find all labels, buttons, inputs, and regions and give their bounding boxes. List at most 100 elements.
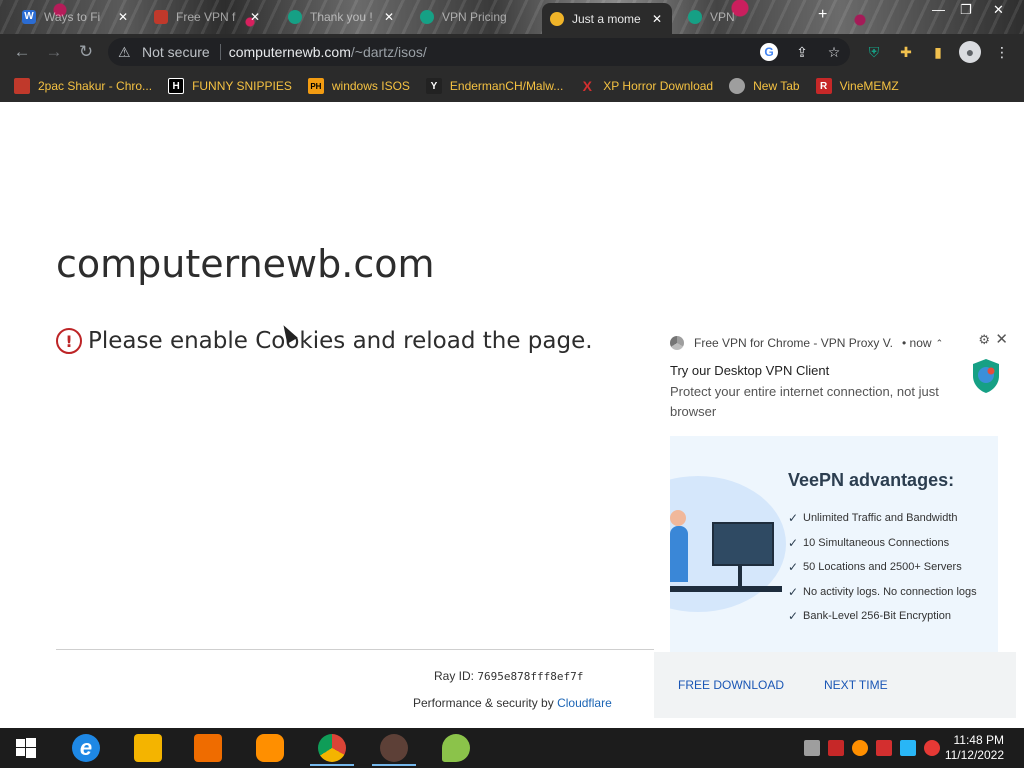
tab-2[interactable]: Free VPN f ✕: [146, 3, 270, 31]
taskbar: e 11:48 PM 11/12/2022: [0, 728, 1024, 768]
illustration-stand: [738, 564, 742, 586]
tab-title: VPN Pricing: [442, 10, 507, 24]
tray-record-icon[interactable]: [924, 740, 940, 756]
taskbar-app-active[interactable]: [306, 730, 358, 766]
performance-note: Performance & security by Cloudflare: [413, 696, 612, 710]
tab-title: Just a mome: [572, 11, 641, 26]
perf-text: Performance & security by: [413, 696, 554, 710]
restore-icon[interactable]: ❐: [960, 2, 972, 18]
close-icon[interactable]: ✕: [382, 10, 396, 24]
bookmark-item[interactable]: X XP Horror Download: [579, 78, 714, 94]
tray-shield-icon[interactable]: [828, 740, 844, 756]
security-status[interactable]: Not secure: [142, 44, 210, 60]
tray-display-icon[interactable]: [900, 740, 916, 756]
taskbar-app[interactable]: [430, 730, 482, 766]
advantage-item: ✓ Unlimited Traffic and Bandwidth: [788, 506, 977, 531]
taskbar-app[interactable]: e: [60, 730, 112, 766]
advantage-text: 10 Simultaneous Connections: [803, 536, 950, 549]
bookmark-item[interactable]: H FUNNY SNIPPIES: [168, 78, 292, 94]
profile-avatar-icon[interactable]: ●: [959, 41, 981, 63]
advantage-item: ✓ 10 Simultaneous Connections: [788, 531, 977, 556]
menu-icon[interactable]: ⋮: [992, 42, 1012, 62]
paint-icon: [442, 734, 470, 762]
tray-search-icon[interactable]: [852, 740, 868, 756]
divider: [219, 44, 221, 60]
bookmark-item[interactable]: 2pac Shakur - Chro...: [14, 78, 152, 94]
file-explorer-icon: [134, 734, 162, 762]
bookmark-item[interactable]: PH windows ISOS: [307, 78, 410, 94]
close-window-icon[interactable]: ✕: [993, 2, 1004, 18]
notification-actions: FREE DOWNLOAD NEXT TIME: [654, 652, 1016, 718]
notification-time: • now: [902, 336, 932, 350]
google-icon[interactable]: G: [760, 43, 778, 61]
check-icon: ✓: [788, 560, 799, 575]
chrome-icon: [318, 734, 346, 762]
advantage-text: Bank-Level 256-Bit Encryption: [803, 610, 951, 623]
clock-time: 11:48 PM: [953, 733, 1004, 747]
next-time-button[interactable]: NEXT TIME: [824, 678, 888, 692]
tab-4[interactable]: VPN Pricing: [412, 3, 536, 31]
share-icon[interactable]: ⇪: [792, 42, 812, 62]
warning-icon[interactable]: ⚠: [118, 44, 134, 61]
close-icon[interactable]: ✕: [248, 10, 262, 24]
uc-browser-icon: [256, 734, 284, 762]
illustration-monitor: [712, 522, 774, 566]
free-download-button[interactable]: FREE DOWNLOAD: [678, 678, 784, 692]
url-path: /~dartz/isos/: [350, 44, 427, 60]
forward-icon[interactable]: →: [42, 40, 66, 64]
start-button[interactable]: [0, 730, 52, 766]
veepn-extension-icon[interactable]: ⛨: [864, 42, 884, 62]
bookmark-item[interactable]: R VineMEMZ: [815, 78, 899, 94]
taskbar-app[interactable]: [368, 730, 420, 766]
side-panel-icon[interactable]: ▮: [928, 42, 948, 62]
x-icon: X: [582, 78, 592, 94]
bookmark-item[interactable]: New Tab: [729, 78, 800, 94]
divider: [56, 649, 654, 650]
chevron-up-icon[interactable]: ⌃: [936, 338, 944, 349]
gear-icon[interactable]: ⚙: [978, 332, 990, 348]
tab-6[interactable]: VPN: [680, 3, 804, 31]
bookmark-label: 2pac Shakur - Chro...: [38, 79, 153, 93]
extensions-icon[interactable]: ✚: [896, 42, 916, 62]
error-message: ! Please enable Cookies and reload the p…: [56, 328, 593, 354]
back-icon[interactable]: ←: [10, 40, 34, 64]
tab-3[interactable]: Thank you ! ✕: [280, 3, 404, 31]
new-tab-icon[interactable]: +: [818, 6, 827, 24]
app-icon: [380, 734, 408, 762]
taskbar-app[interactable]: [244, 730, 296, 766]
advantages-list: ✓ Unlimited Traffic and Bandwidth ✓ 10 Sim…: [788, 506, 977, 629]
notification-title: Try our Desktop VPN Client: [670, 363, 830, 378]
windows-logo-icon: [16, 738, 36, 758]
notification-popup[interactable]: Free VPN for Chrome - VPN Proxy V... • n…: [654, 322, 1016, 718]
star-icon[interactable]: ☆: [824, 42, 844, 62]
bookmark-item[interactable]: Y EndermanCH/Malw...: [425, 78, 563, 94]
error-text: Please enable Cookies and reload the pag…: [88, 328, 593, 354]
taskbar-app[interactable]: [122, 730, 174, 766]
address-bar[interactable]: ⚠ Not secure computernewb.com /~dartz/is…: [108, 38, 850, 66]
tray-app-icon[interactable]: [804, 740, 820, 756]
chrome-icon: [670, 336, 684, 350]
tab-1[interactable]: W Ways to Fi ✕: [14, 3, 138, 31]
check-icon: ✓: [788, 535, 799, 550]
close-icon[interactable]: ✕: [116, 10, 130, 24]
close-icon[interactable]: ✕: [650, 12, 664, 26]
advantage-item: ✓ 50 Locations and 2500+ Servers: [788, 555, 977, 580]
tab-title: VPN: [710, 10, 735, 24]
loading-icon: [550, 11, 564, 26]
h-icon: H: [168, 78, 185, 94]
veepn-icon: [420, 10, 434, 24]
taskbar-app[interactable]: [182, 730, 234, 766]
reload-icon[interactable]: ↻: [74, 40, 98, 64]
clock-date: 11/12/2022: [944, 748, 1004, 762]
ray-label: Ray ID:: [434, 669, 475, 683]
clock[interactable]: 11:48 PM 11/12/2022: [944, 733, 1004, 763]
cloudflare-link[interactable]: Cloudflare: [557, 696, 612, 710]
tab-active[interactable]: Just a mome ✕: [542, 3, 672, 34]
close-icon[interactable]: ✕: [995, 330, 1008, 348]
minimize-icon[interactable]: —: [932, 2, 945, 17]
ray-value: 7695e878fff8ef7f: [477, 670, 584, 683]
tray-flag-icon[interactable]: [876, 740, 892, 756]
illustration-person: [670, 526, 688, 582]
advantage-item: ✓ No activity logs. No connection logs: [788, 580, 977, 605]
alert-icon: !: [56, 328, 82, 354]
